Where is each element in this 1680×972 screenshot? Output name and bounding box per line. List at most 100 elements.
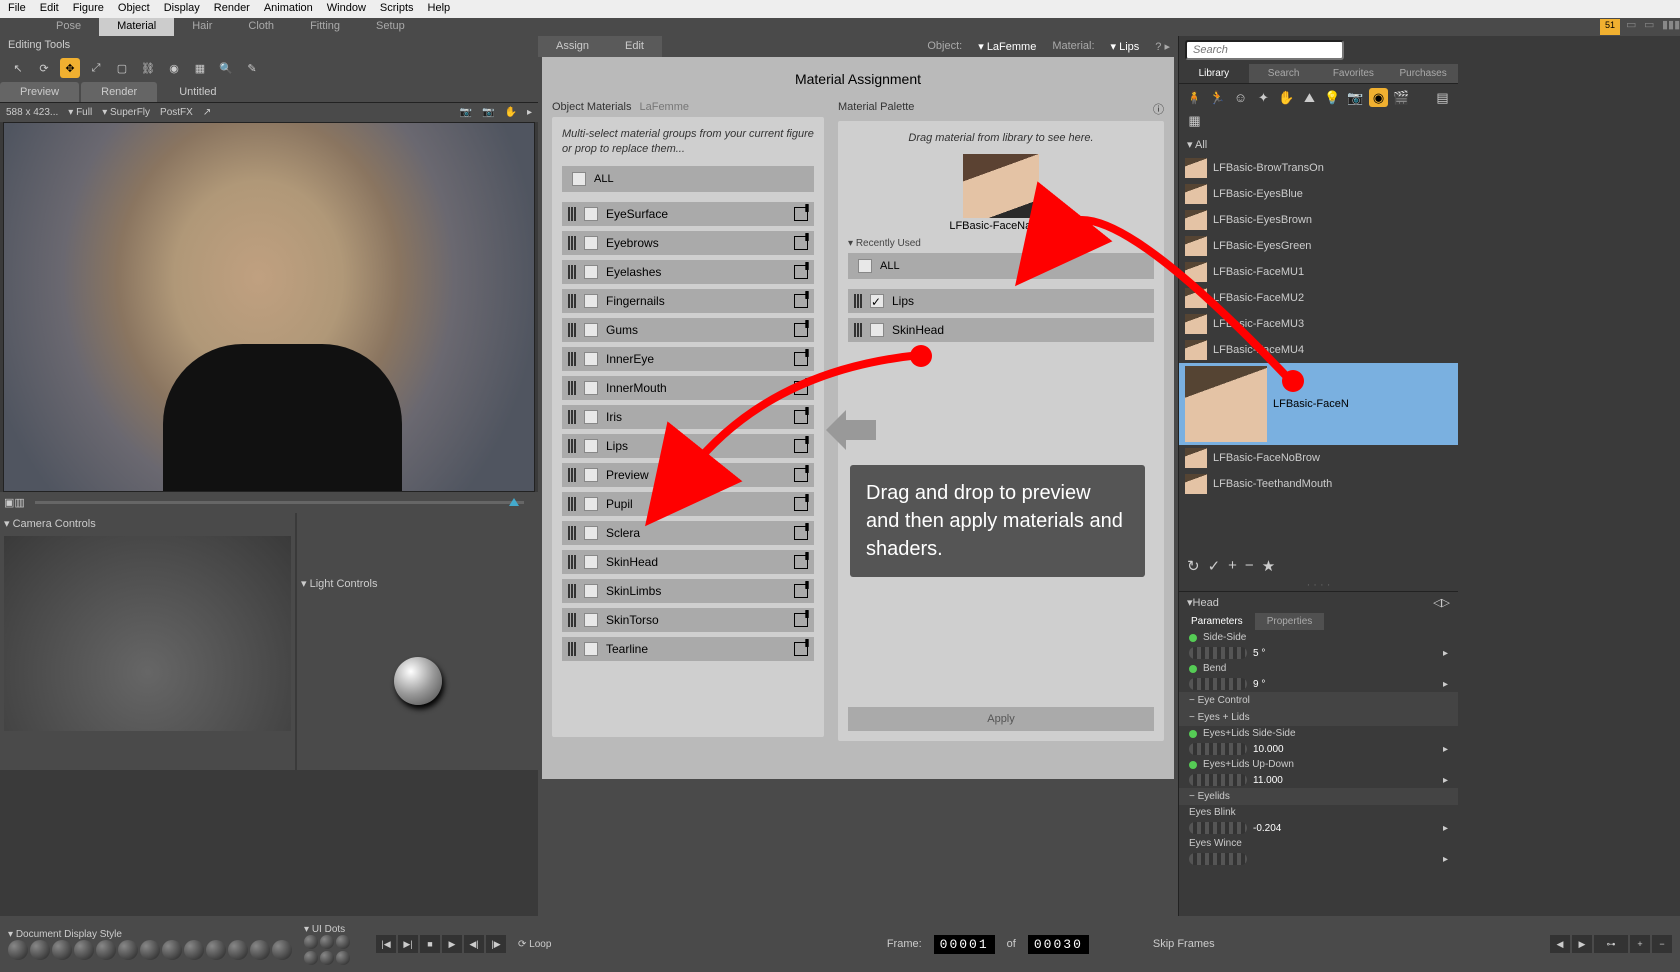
box-tool-icon[interactable]: ▢ [112,58,132,78]
material-item[interactable]: Fingernails [562,289,814,313]
add-icon[interactable]: + [1228,557,1237,575]
material-item[interactable]: Gums [562,318,814,342]
menu-render[interactable]: Render [214,2,250,16]
remove-icon[interactable]: − [1245,557,1254,575]
tab-search[interactable]: Search [1249,64,1319,83]
material-checkbox[interactable] [584,207,598,221]
dial-slider[interactable] [1189,774,1247,786]
object-dropdown[interactable]: ▾ LaFemme [970,36,1044,57]
material-checkbox[interactable] [584,294,598,308]
material-item[interactable]: Eyebrows [562,231,814,255]
param-head-label[interactable]: Head [1193,597,1219,609]
edit-icon[interactable] [794,265,808,279]
material-item[interactable]: Eyelashes [562,260,814,284]
paint-tool-icon[interactable]: ✎ [242,58,262,78]
library-item[interactable]: LFBasic-EyesGreen [1179,233,1458,259]
render-quality-dropdown[interactable]: ▾ Full [68,107,92,118]
category-props-icon[interactable]: ⛰ [1300,88,1319,107]
category-materials-icon[interactable]: ◉ [1369,88,1388,107]
more-icon[interactable]: ▸ [527,107,532,118]
edit-icon[interactable] [794,584,808,598]
dial-value[interactable]: -0.204 [1253,823,1281,834]
dial-menu-icon[interactable]: ▸ [1443,775,1448,786]
edit-icon[interactable] [794,323,808,337]
next-actor-icon[interactable]: ▷ [1442,596,1450,609]
viewport-split-icon[interactable]: ▥ [14,496,24,509]
refresh-icon[interactable]: ↻ [1187,557,1200,575]
display-style-options[interactable] [8,940,292,960]
material-item[interactable]: Lips [562,434,814,458]
first-frame-button[interactable]: |◀ [376,935,396,953]
camera-snap-icon[interactable]: 📷 [482,107,494,118]
tab-cloth[interactable]: Cloth [230,18,292,36]
prev-frame-button[interactable]: ▶| [398,935,418,953]
tab-favorites[interactable]: Favorites [1319,64,1389,83]
palette-all-checkbox[interactable] [858,259,872,273]
material-checkbox[interactable] [584,468,598,482]
category-hands-icon[interactable]: ✋ [1277,88,1296,107]
key-toggle-button[interactable]: ⊶ [1594,935,1628,953]
dial-slider[interactable] [1189,822,1247,834]
step-back-button[interactable]: ◀| [464,935,484,953]
library-item[interactable]: LFBasic-BrowTransOn [1179,155,1458,181]
all-checkbox[interactable] [572,172,586,186]
library-search-input[interactable] [1185,40,1344,60]
material-checkbox[interactable] [584,613,598,627]
tab-parameters[interactable]: Parameters [1179,613,1255,630]
palette-help-icon[interactable]: ⓘ [1153,101,1164,117]
library-item[interactable]: LFBasic-FaceNoBrow [1179,445,1458,471]
edit-icon[interactable] [794,207,808,221]
palette-thumb[interactable] [963,154,1039,218]
tab-fitting[interactable]: Fitting [292,18,358,36]
material-dropdown[interactable]: ▾ Lips [1103,36,1148,57]
material-item[interactable]: Pupil [562,492,814,516]
tab-assign[interactable]: Assign [538,36,607,57]
menu-help[interactable]: Help [428,2,451,16]
add-key-button[interactable]: + [1630,935,1650,953]
loop-toggle[interactable]: Loop [529,939,551,950]
material-checkbox[interactable] [584,352,598,366]
material-item[interactable]: Tearline [562,637,814,661]
material-item[interactable]: InnerMouth [562,376,814,400]
stop-button[interactable]: ■ [420,935,440,953]
material-checkbox[interactable] [584,497,598,511]
material-item[interactable]: Sclera [562,521,814,545]
dial-slider[interactable] [1189,743,1247,755]
library-item[interactable]: LFBasic-FaceMU1 [1179,259,1458,285]
library-item[interactable]: LFBasic-EyesBrown [1179,207,1458,233]
edit-icon[interactable] [794,468,808,482]
palette-item[interactable]: SkinHead [848,318,1154,342]
postfx-button[interactable]: PostFX [160,107,193,118]
current-frame-input[interactable]: 00001 [934,935,995,954]
chain-tool-icon[interactable]: ⛓ [138,58,158,78]
category-scenes-icon[interactable]: 🎬 [1392,88,1411,107]
edit-icon[interactable] [794,439,808,453]
dial-slider[interactable] [1189,678,1247,690]
skip-frames-label[interactable]: Skip Frames [1153,938,1215,950]
viewport[interactable] [3,122,535,492]
menu-animation[interactable]: Animation [264,2,313,16]
key-prev-button[interactable]: ◀ [1550,935,1570,953]
edit-icon[interactable] [794,642,808,656]
notification-badge[interactable]: 51 [1600,19,1620,35]
palette-item[interactable]: Lips [848,289,1154,313]
dial-menu-icon[interactable]: ▸ [1443,823,1448,834]
view-grid-icon[interactable]: ▦ [1185,111,1204,130]
param-group-header[interactable]: − Eyes + Lids [1179,709,1458,726]
material-checkbox[interactable] [584,642,598,656]
dial-menu-icon[interactable]: ▸ [1443,679,1448,690]
apply-button[interactable]: Apply [848,707,1154,731]
viewport-mode-icon[interactable]: ▣ [4,496,14,509]
library-item[interactable]: LFBasic-EyesBlue [1179,181,1458,207]
dial-value[interactable]: 9 ° [1253,679,1265,690]
total-frames-input[interactable]: 00030 [1028,935,1089,954]
library-item[interactable]: LFBasic-FaceMU2 [1179,285,1458,311]
tab-library[interactable]: Library [1179,64,1249,83]
material-item[interactable]: Preview [562,463,814,487]
material-checkbox[interactable] [584,526,598,540]
camera-trackball[interactable] [4,536,291,731]
material-checkbox[interactable] [584,555,598,569]
library-item[interactable]: LFBasic-TeethandMouth [1179,471,1458,497]
param-group-header[interactable]: − Eyelids [1179,788,1458,805]
hand-tool-icon[interactable]: ✋ [505,107,517,118]
